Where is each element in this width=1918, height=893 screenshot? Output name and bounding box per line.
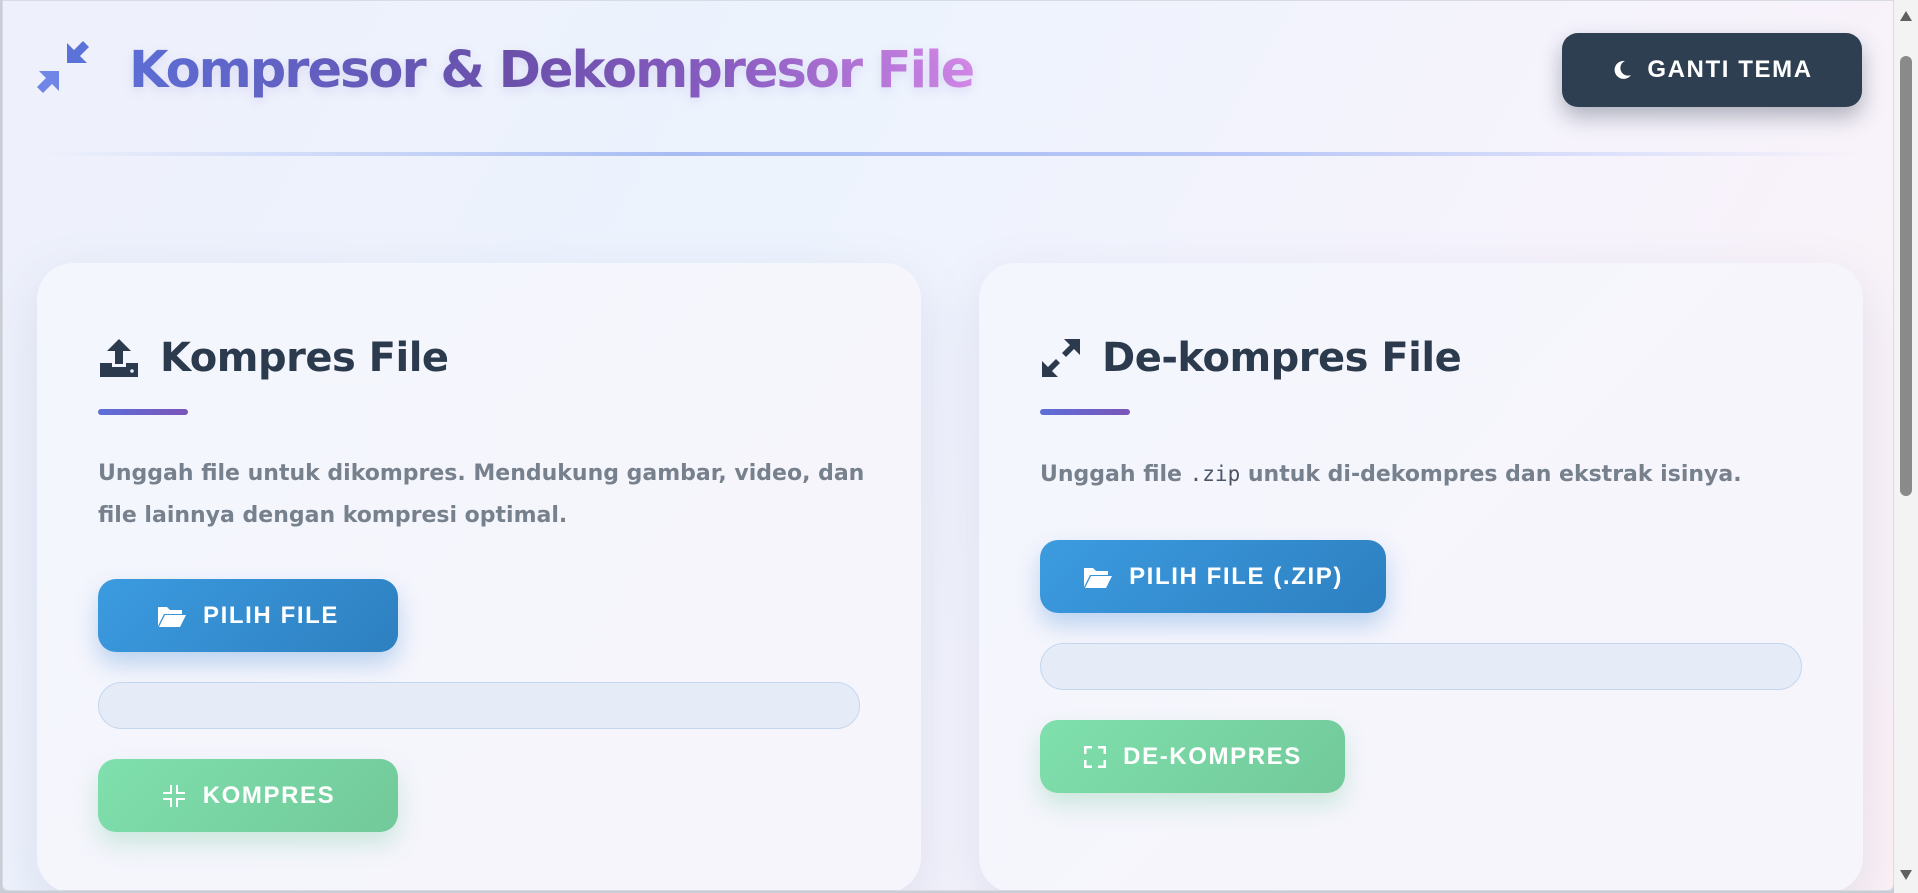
compress-card: Kompres File Unggah file untuk dikompres…	[37, 263, 921, 890]
compress-icon	[162, 784, 185, 807]
compress-button[interactable]: KOMPRES	[98, 759, 398, 832]
vertical-scrollbar[interactable]	[1894, 0, 1918, 893]
choose-zip-file-button[interactable]: PILIH FILE (.ZIP)	[1040, 540, 1386, 613]
folder-open-icon	[1084, 567, 1113, 588]
change-theme-label: GANTI TEMA	[1647, 56, 1813, 83]
moon-icon	[1614, 60, 1632, 79]
compress-label: KOMPRES	[202, 781, 336, 809]
upload-icon	[100, 339, 138, 377]
scroll-thumb[interactable]	[1900, 56, 1912, 496]
decompress-description: Unggah file .zip untuk di-dekompres dan …	[1040, 453, 1820, 496]
decompress-button[interactable]: DE-KOMPRES	[1040, 720, 1345, 793]
compress-card-header: Kompres File	[98, 335, 449, 381]
decompress-label: DE-KOMPRES	[1123, 742, 1302, 770]
choose-file-button[interactable]: PILIH FILE	[98, 579, 398, 652]
zip-extension-code: .zip	[1189, 462, 1241, 486]
decompress-description-suffix: untuk di-dekompres dan ekstrak isinya.	[1247, 462, 1742, 487]
change-theme-button[interactable]: GANTI TEMA	[1562, 33, 1862, 107]
decompress-card-header: De-kompres File	[1040, 335, 1462, 381]
choose-zip-file-label: PILIH FILE (.ZIP)	[1129, 562, 1343, 590]
decompress-card-title: De-kompres File	[1102, 335, 1462, 381]
app-title: Kompresor & Dekompresor File	[129, 39, 975, 103]
app-viewport: Kompresor & Dekompresor File GANTI TEMA …	[2, 0, 1894, 891]
compress-title-underline	[98, 409, 188, 415]
decompress-progress-bar	[1040, 643, 1802, 690]
compress-arrows-icon	[37, 41, 89, 93]
compress-card-title: Kompres File	[160, 335, 449, 381]
scroll-up-arrow-icon[interactable]	[1900, 11, 1912, 21]
decompress-card: De-kompres File Unggah file .zip untuk d…	[979, 263, 1863, 890]
expand-icon	[1084, 745, 1107, 768]
decompress-description-prefix: Unggah file	[1040, 462, 1182, 487]
compress-progress-bar	[98, 682, 860, 729]
expand-arrows-icon	[1042, 339, 1080, 377]
scroll-down-arrow-icon[interactable]	[1900, 870, 1912, 880]
header: Kompresor & Dekompresor File GANTI TEMA	[3, 1, 1893, 161]
decompress-title-underline	[1040, 409, 1130, 415]
choose-file-label: PILIH FILE	[203, 601, 339, 629]
header-divider	[43, 152, 1863, 156]
compress-description: Unggah file untuk dikompres. Mendukung g…	[98, 461, 865, 528]
folder-open-icon	[158, 606, 186, 627]
